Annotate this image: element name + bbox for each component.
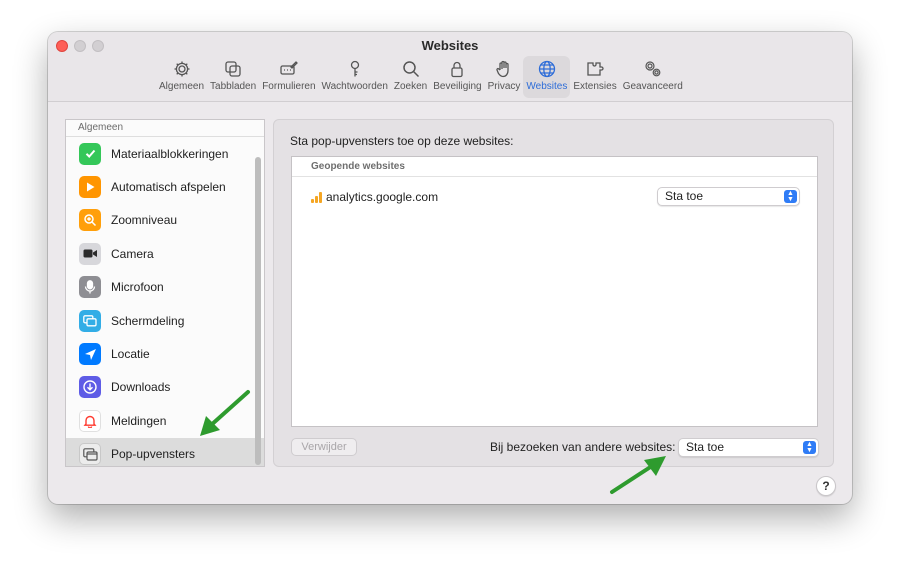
sidebar-header: Algemeen (66, 120, 264, 137)
websites-panel: Sta pop-upvensters toe op deze websites:… (273, 119, 834, 467)
sidebar-item-schermdeling[interactable]: Schermdeling (66, 304, 264, 337)
puzzle-icon (582, 58, 608, 80)
select-value: Sta toe (686, 440, 725, 454)
tab-tabbladen[interactable]: Tabbladen (207, 56, 259, 98)
tab-label: Wachtwoorden (321, 81, 388, 92)
tab-label: Privacy (487, 81, 521, 92)
tab-websites[interactable]: Websites (523, 56, 571, 98)
tab-label: Websites (526, 81, 568, 92)
tab-geavanceerd[interactable]: Geavanceerd (620, 56, 686, 98)
tab-zoeken[interactable]: Zoeken (391, 56, 430, 98)
sidebar-item-label: Camera (111, 246, 154, 261)
site-url: analytics.google.com (326, 190, 439, 204)
chevron-updown-icon: ▲ ▼ (803, 441, 816, 454)
window-title: Websites (421, 38, 479, 53)
annotation-arrow-select-icon (610, 456, 666, 494)
analytics-bars-icon (311, 191, 322, 203)
lock-icon (444, 58, 470, 80)
sidebar-item-label: Zoomniveau (111, 213, 178, 228)
other-websites-select[interactable]: Sta toe ▲ ▼ (678, 438, 819, 457)
help-button[interactable]: ? (816, 476, 836, 496)
download-arrow-icon (79, 376, 101, 399)
remove-button[interactable]: Verwijder (291, 438, 357, 456)
tab-beveiliging[interactable]: Beveiliging (430, 56, 484, 98)
tab-label: Tabbladen (210, 81, 257, 92)
sidebar-item-label: Materiaalblokkeringen (111, 146, 229, 161)
hand-icon (491, 58, 517, 80)
panel-title: Sta pop-upvensters toe op deze websites: (290, 134, 514, 148)
websites-table: Geopende websites analytics.google.com S… (291, 156, 818, 427)
tab-privacy[interactable]: Privacy (485, 56, 524, 98)
tab-label: Formulieren (262, 81, 316, 92)
table-header: Geopende websites (292, 157, 817, 177)
tab-label: Geavanceerd (622, 81, 683, 92)
sidebar-item-label: Locatie (111, 347, 150, 362)
sidebar-item-label: Meldingen (111, 413, 167, 428)
sidebar-item-label: Automatisch afspelen (111, 180, 226, 195)
checkmark-shield-icon (79, 142, 101, 165)
sidebar-item-label: Pop-upvensters (111, 447, 196, 462)
form-pencil-icon (276, 58, 302, 80)
gear-icon (169, 58, 195, 80)
sidebar-item-label: Schermdeling (111, 313, 185, 328)
camera-icon (79, 242, 101, 265)
preferences-window: Websites Algemeen Tabbladen Formulieren (48, 32, 852, 504)
gears-icon (640, 58, 666, 80)
location-arrow-icon (79, 343, 101, 366)
key-icon (342, 58, 368, 80)
sidebar-item-automatisch-afspelen[interactable]: Automatisch afspelen (66, 170, 264, 203)
tab-label: Algemeen (159, 81, 205, 92)
tab-label: Extensies (573, 81, 617, 92)
sidebar-item-microfoon[interactable]: Microfoon (66, 271, 264, 304)
tab-algemeen[interactable]: Algemeen (156, 56, 207, 98)
sidebar-scrollbar[interactable] (255, 157, 261, 465)
globe-icon (534, 58, 560, 80)
screen-share-icon (79, 309, 101, 332)
bell-icon (79, 409, 101, 432)
microphone-icon (79, 276, 101, 299)
play-icon (79, 176, 101, 199)
magnifier-icon (398, 58, 424, 80)
tab-wachtwoorden[interactable]: Wachtwoorden (319, 56, 391, 98)
sidebar-item-pop-upvensters[interactable]: Pop-upvensters (66, 437, 264, 466)
sidebar-item-materiaalblokkeringen[interactable]: Materiaalblokkeringen (66, 137, 264, 170)
select-value: Sta toe (665, 189, 704, 203)
sidebar-item-label: Downloads (111, 380, 171, 395)
preferences-toolbar: Algemeen Tabbladen Formulieren Wachtwoor… (156, 56, 686, 98)
sidebar-item-label: Microfoon (111, 280, 164, 295)
sidebar-item-camera[interactable]: Camera (66, 237, 264, 270)
tab-formulieren[interactable]: Formulieren (259, 56, 318, 98)
sidebar-item-zoomniveau[interactable]: Zoomniveau (66, 204, 264, 237)
tab-extensies[interactable]: Extensies (570, 56, 619, 98)
titlebar: Websites Algemeen Tabbladen Formulieren (48, 32, 852, 102)
popup-window-icon (79, 443, 101, 466)
tab-label: Beveiliging (433, 81, 482, 92)
tabs-icon (220, 58, 246, 80)
table-row[interactable]: analytics.google.com Sta toe ▲ ▼ (292, 177, 817, 217)
sidebar-item-locatie[interactable]: Locatie (66, 337, 264, 370)
zoom-icon (79, 209, 101, 232)
chevron-updown-icon: ▲ ▼ (784, 190, 797, 203)
site-name: analytics.google.com (311, 190, 438, 204)
tab-label: Zoeken (393, 81, 428, 92)
site-setting-select[interactable]: Sta toe ▲ ▼ (657, 187, 800, 206)
annotation-arrow-sidebar-icon (200, 390, 250, 436)
